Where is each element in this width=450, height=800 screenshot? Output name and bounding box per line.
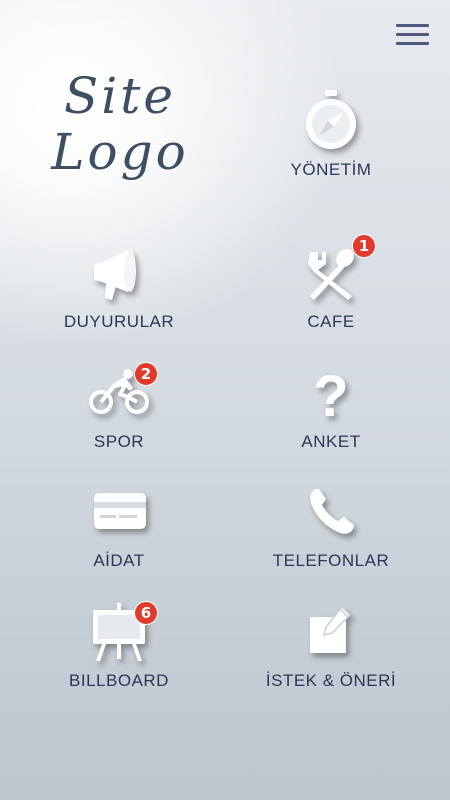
hamburger-icon-bar	[396, 33, 429, 36]
tile-telefonlar[interactable]: TELEFONLAR	[236, 479, 426, 571]
tile-spor-label: SPOR	[93, 432, 145, 451]
megaphone-icon	[84, 240, 154, 310]
tile-aidat-label: AİDAT	[93, 551, 145, 570]
tile-cafe-label: CAFE	[307, 312, 355, 331]
tile-aidat[interactable]: AİDAT	[24, 479, 214, 571]
cyclist-icon: 2	[84, 360, 158, 430]
tile-telefonlar-label: TELEFONLAR	[272, 551, 390, 570]
tile-billboard[interactable]: 6 BILLBOARD	[24, 599, 214, 691]
billboard-notification-badge: 6	[134, 601, 158, 625]
tile-duyurular-label: DUYURULAR	[63, 312, 175, 331]
phone-icon	[296, 479, 366, 549]
svg-text:?: ?	[313, 364, 348, 429]
hamburger-icon-bar	[396, 42, 429, 45]
logo-line-2: Logo	[51, 123, 189, 181]
logo-line-1: Site	[64, 67, 176, 125]
tile-yonetim-label: YÖNETİM	[290, 160, 372, 179]
cafe-notification-badge: 1	[352, 234, 376, 258]
fork-spoon-icon: 1	[296, 234, 376, 310]
tile-anket-label: ANKET	[301, 432, 361, 451]
tile-istek-oneri-label: İSTEK & ÖNERİ	[265, 671, 397, 690]
hamburger-menu-button[interactable]	[392, 20, 432, 50]
tile-spor[interactable]: 2 SPOR	[24, 360, 214, 452]
compass-icon	[296, 88, 366, 158]
site-logo: Site Logo	[30, 68, 210, 188]
tile-anket[interactable]: ? ANKET	[236, 360, 426, 452]
tile-istek-oneri[interactable]: İSTEK & ÖNERİ	[236, 599, 426, 691]
edit-note-icon	[296, 599, 366, 669]
tile-yonetim[interactable]: YÖNETİM	[236, 88, 426, 180]
hamburger-icon	[396, 24, 429, 27]
easel-board-icon: 6	[84, 599, 158, 669]
credit-card-icon	[84, 479, 154, 549]
tile-cafe[interactable]: 1 CAFE	[236, 234, 426, 332]
tile-duyurular[interactable]: DUYURULAR	[24, 240, 214, 332]
spor-notification-badge: 2	[134, 362, 158, 386]
question-icon: ?	[296, 360, 366, 430]
tile-billboard-label: BILLBOARD	[69, 671, 169, 690]
